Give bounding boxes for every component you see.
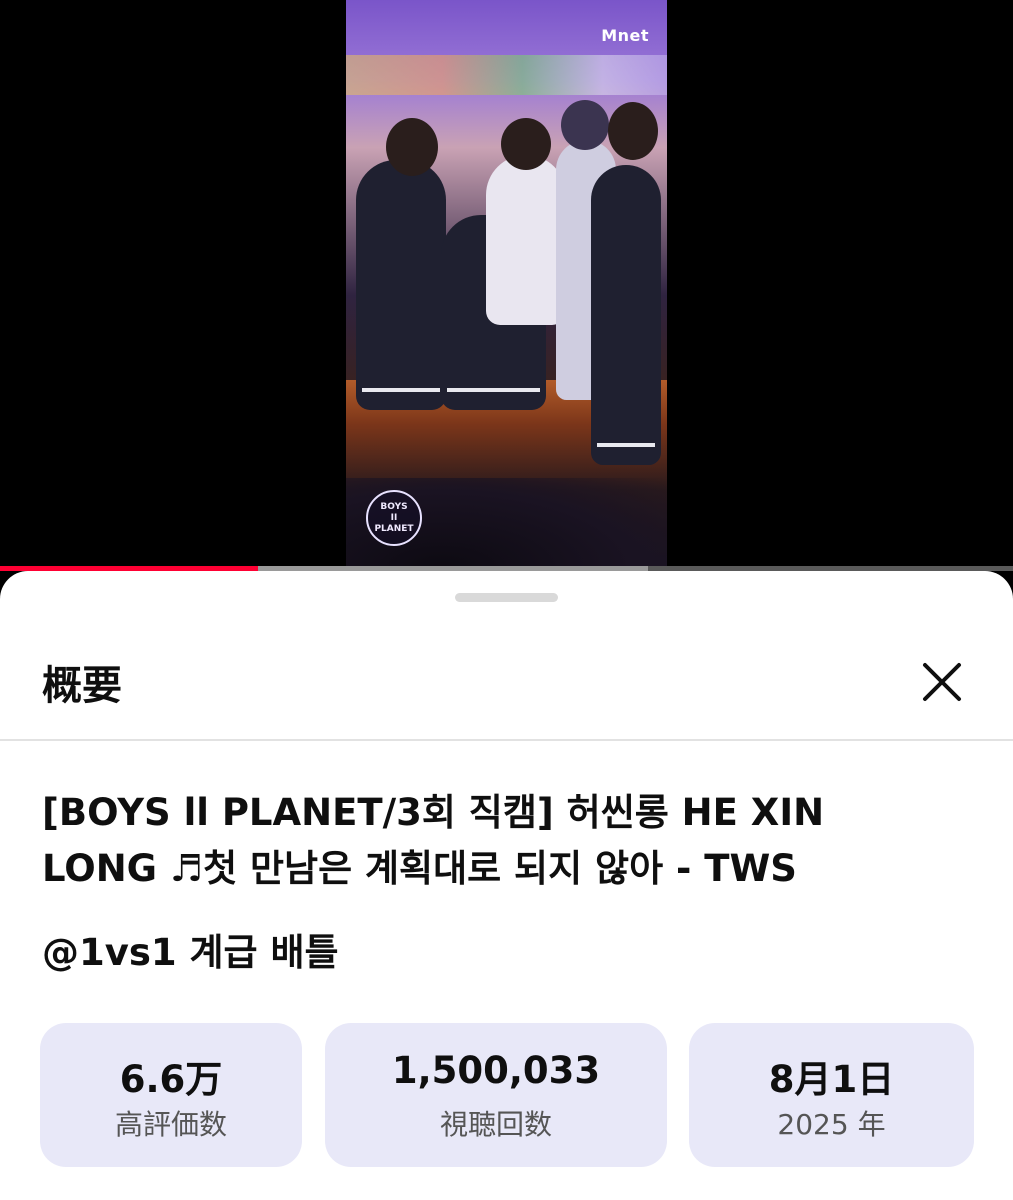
stat-card-views: 1,500,033 視聴回数 bbox=[325, 1023, 667, 1167]
views-label: 視聴回数 bbox=[439, 1108, 552, 1141]
sheet-header: 概要 bbox=[0, 629, 1013, 741]
channel-handle[interactable]: @1vs1 계급 배틀 bbox=[42, 922, 339, 976]
upload-year: 2025 年 bbox=[777, 1108, 886, 1141]
stat-card-date: 8月1日 2025 年 bbox=[689, 1023, 974, 1167]
drag-handle[interactable] bbox=[455, 593, 558, 602]
stats-row: 6.6万 高評価数 1,500,033 視聴回数 8月1日 2025 年 bbox=[40, 1023, 974, 1167]
performer bbox=[356, 160, 446, 410]
likes-count: 6.6万 bbox=[119, 1058, 223, 1101]
badge-line: BOYS bbox=[380, 501, 408, 512]
sheet-title: 概要 bbox=[42, 663, 122, 709]
description-sheet: 概要 [BOYS ll PLANET/3회 직캠] 허씬롱 HE XIN LON… bbox=[0, 571, 1013, 1200]
mnet-logo: Mnet bbox=[601, 26, 649, 45]
close-button[interactable] bbox=[919, 659, 965, 705]
video-title: [BOYS ll PLANET/3회 직캠] 허씬롱 HE XIN LONG ♬… bbox=[42, 791, 825, 890]
stat-card-likes: 6.6万 高評価数 bbox=[40, 1023, 302, 1167]
close-icon bbox=[923, 663, 961, 701]
performer bbox=[486, 155, 566, 325]
likes-label: 高評価数 bbox=[114, 1108, 227, 1141]
boys-planet-logo: BOYS II PLANET bbox=[366, 490, 422, 546]
video-player[interactable]: Mnet BOYS II PLANET bbox=[0, 0, 1013, 568]
video-frame[interactable]: Mnet BOYS II PLANET bbox=[346, 0, 667, 568]
performer bbox=[591, 165, 661, 465]
performer-head bbox=[561, 100, 609, 150]
badge-line: PLANET bbox=[374, 523, 414, 534]
upload-date: 8月1日 bbox=[768, 1058, 895, 1101]
views-count: 1,500,033 bbox=[391, 1049, 601, 1092]
performer-head bbox=[501, 118, 551, 170]
performer-head bbox=[386, 118, 438, 176]
performer-head bbox=[608, 102, 658, 160]
stage-lights bbox=[346, 55, 667, 95]
badge-line: II bbox=[390, 512, 398, 523]
